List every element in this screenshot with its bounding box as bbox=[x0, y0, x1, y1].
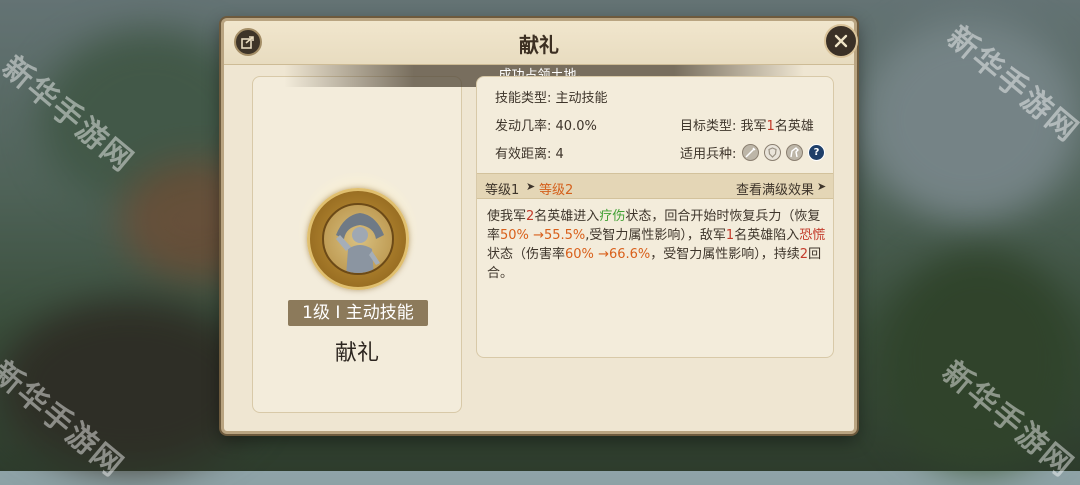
level-to: 等级2 bbox=[539, 183, 574, 198]
level-bar: 等级1 ➤ 等级2 查看满级效果 ➤ bbox=[477, 173, 833, 199]
skill-icon bbox=[307, 188, 409, 290]
trigger-rate-row: 发动几率: 40.0% bbox=[495, 115, 597, 134]
view-max-level-link[interactable]: 查看满级效果 bbox=[736, 179, 814, 198]
skill-type-row: 技能类型: 主动技能 bbox=[495, 87, 608, 106]
trigger-rate-value: 40.0% bbox=[555, 119, 597, 134]
dialog-title: 献礼 bbox=[519, 33, 559, 57]
skill-name: 献礼 bbox=[334, 341, 379, 366]
question-icon[interactable]: ? bbox=[808, 144, 825, 161]
skill-portrait-panel: 1级 I 主动技能 献礼 bbox=[252, 76, 462, 413]
range-label: 有效距离: bbox=[495, 147, 552, 162]
skill-level-badge: 1级 I 主动技能 bbox=[288, 300, 428, 326]
range-row: 有效距离: 4 bbox=[495, 143, 564, 162]
level-arrow: ➤ bbox=[526, 180, 536, 193]
view-max-arrow[interactable]: ➤ bbox=[817, 180, 826, 193]
skill-detail-dialog: 献礼 1级 I 主动技能 献礼 成功占领土地。 bbox=[221, 18, 858, 434]
horse-icon[interactable] bbox=[786, 144, 803, 161]
sword-icon[interactable] bbox=[742, 144, 759, 161]
trigger-rate-label: 发动几率: bbox=[495, 119, 552, 134]
troops-row: 适用兵种: bbox=[680, 143, 736, 162]
close-button[interactable] bbox=[824, 24, 858, 58]
target-type-label: 目标类型: bbox=[680, 119, 737, 134]
shield-icon[interactable] bbox=[764, 144, 781, 161]
target-type-count: 1 bbox=[766, 119, 775, 134]
target-type-row: 目标类型: 我军1名英雄 bbox=[680, 115, 814, 134]
dialog-title-bar: 献礼 bbox=[224, 21, 858, 65]
skill-info-panel: 技能类型: 主动技能 发动几率: 40.0% 目标类型: 我军1名英雄 有效距离… bbox=[476, 76, 834, 358]
range-value: 4 bbox=[555, 147, 564, 162]
statue-figure-icon bbox=[336, 213, 384, 273]
level-from: 等级1 bbox=[485, 183, 520, 198]
skill-description: 使我军2名英雄进入疗伤状态，回合开始时恢复兵力（恢复率50% →55.5%,受智… bbox=[487, 209, 826, 281]
close-icon bbox=[834, 34, 848, 48]
skill-type-value: 主动技能 bbox=[555, 91, 608, 106]
target-type-prefix: 我军 bbox=[740, 119, 767, 134]
troops-label: 适用兵种: bbox=[680, 147, 737, 162]
skill-type-label: 技能类型: bbox=[495, 91, 552, 106]
target-type-suffix: 名英雄 bbox=[774, 119, 814, 134]
